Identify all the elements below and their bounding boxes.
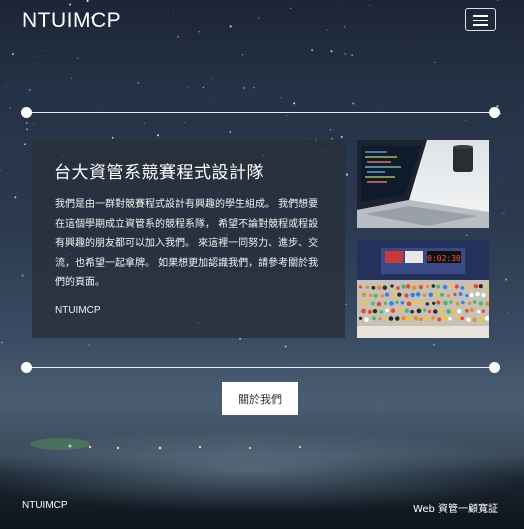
top-divider (26, 112, 495, 113)
laptop-photo (357, 140, 489, 228)
footer-credit: Web 資管一顧寬証 (413, 504, 498, 515)
hamburger-menu-button[interactable] (465, 8, 496, 31)
hamburger-menu-icon (473, 15, 488, 17)
divider-dot-right (489, 107, 500, 118)
card-signature: NTUIMCP (55, 305, 101, 316)
divider-dot-left (21, 107, 32, 118)
card-description: 我們是由一群對競賽程式設計有興趣的學生組成。 我們想要在這個學期成立資管系的競程… (55, 199, 319, 288)
card-title: 台大資管系競賽程式設計隊 (54, 163, 264, 183)
intro-card: 台大資管系競賽程式設計隊 我們是由一群對競賽程式設計有興趣的學生組成。 我們想要… (32, 140, 345, 338)
divider-dot-left (21, 362, 32, 373)
contest-hall-photo: 0:02:30 (357, 240, 489, 338)
navbar-brand[interactable]: NTUIMCP (22, 9, 121, 33)
scoreboard-time: 0:02:30 (427, 254, 461, 263)
about-us-button[interactable]: 關於我們 (222, 382, 298, 415)
divider-dot-right (489, 362, 500, 373)
footer-brand: NTUIMCP (22, 500, 68, 511)
hamburger-menu-icon (473, 19, 488, 21)
bottom-divider (26, 367, 495, 368)
hamburger-menu-icon (473, 24, 488, 26)
